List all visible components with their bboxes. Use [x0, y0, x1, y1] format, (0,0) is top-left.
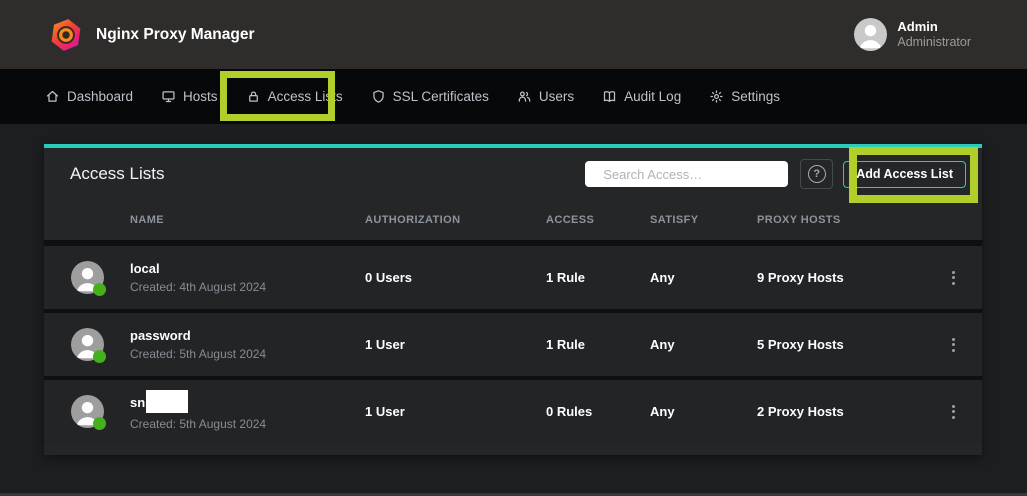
- nav-label: Settings: [731, 89, 780, 104]
- access-list-name: sn: [130, 395, 145, 411]
- nav-item-audit-log[interactable]: Audit Log: [602, 89, 681, 104]
- column-header-authorization: AUTHORIZATION: [365, 214, 546, 226]
- add-access-list-button[interactable]: Add Access List: [843, 161, 966, 188]
- authorization-value: 1 User: [365, 337, 546, 352]
- created-date: Created: 5th August 2024: [130, 347, 365, 361]
- proxy-hosts-value: 5 Proxy Hosts: [757, 337, 924, 352]
- lock-icon: [246, 89, 261, 104]
- created-date: Created: 4th August 2024: [130, 280, 365, 294]
- status-online-dot: [93, 417, 106, 430]
- help-button[interactable]: ?: [800, 159, 833, 189]
- panel-title: Access Lists: [70, 164, 164, 184]
- nginx-proxy-manager-logo: [50, 18, 82, 52]
- avatar: [71, 261, 104, 294]
- table-body: local Created: 4th August 2024 0 Users 1…: [44, 240, 982, 443]
- nav-item-hosts[interactable]: Hosts: [161, 89, 218, 104]
- nav-label: Audit Log: [624, 89, 681, 104]
- authorization-value: 1 User: [365, 404, 546, 419]
- search-input[interactable]: [601, 166, 781, 183]
- home-icon: [45, 89, 60, 104]
- column-header-name: NAME: [130, 214, 365, 226]
- user-role: Administrator: [897, 35, 971, 51]
- book-icon: [602, 89, 617, 104]
- access-lists-panel: Access Lists ? Add Access List NAME AUTH…: [44, 144, 982, 455]
- nav-label: Access Lists: [268, 89, 343, 104]
- column-header-satisfy: SATISFY: [650, 214, 757, 226]
- nav-item-dashboard[interactable]: Dashboard: [45, 89, 133, 104]
- column-header-proxy-hosts: PROXY HOSTS: [757, 214, 924, 226]
- avatar: [71, 328, 104, 361]
- nav-label: Dashboard: [67, 89, 133, 104]
- gear-icon: [709, 89, 724, 104]
- satisfy-value: Any: [650, 404, 757, 419]
- proxy-hosts-value: 9 Proxy Hosts: [757, 270, 924, 285]
- row-menu-button[interactable]: [924, 271, 982, 285]
- access-value: 1 Rule: [546, 270, 650, 285]
- access-list-name: password: [130, 328, 365, 344]
- shield-icon: [371, 89, 386, 104]
- panel-header: Access Lists ? Add Access List: [44, 148, 982, 200]
- nav-label: SSL Certificates: [393, 89, 489, 104]
- column-header-access: ACCESS: [546, 214, 650, 226]
- users-icon: [517, 89, 532, 104]
- access-list-name: local: [130, 261, 365, 277]
- search-box[interactable]: [585, 161, 788, 187]
- kebab-icon: [952, 271, 955, 285]
- satisfy-value: Any: [650, 270, 757, 285]
- access-value: 0 Rules: [546, 404, 650, 419]
- satisfy-value: Any: [650, 337, 757, 352]
- created-date: Created: 5th August 2024: [130, 417, 365, 431]
- row-menu-button[interactable]: [924, 405, 982, 419]
- user-avatar: [854, 18, 887, 51]
- authorization-value: 0 Users: [365, 270, 546, 285]
- proxy-hosts-value: 2 Proxy Hosts: [757, 404, 924, 419]
- status-online-dot: [93, 283, 106, 296]
- avatar: [71, 395, 104, 428]
- person-icon: [854, 18, 887, 51]
- kebab-icon: [952, 405, 955, 419]
- redaction-box: [146, 390, 188, 413]
- table-header: NAME AUTHORIZATION ACCESS SATISFY PROXY …: [44, 200, 982, 240]
- table-row[interactable]: local Created: 4th August 2024 0 Users 1…: [44, 246, 982, 313]
- nav-item-settings[interactable]: Settings: [709, 89, 780, 104]
- table-row[interactable]: sn Created: 5th August 2024 1 User 0 Rul…: [44, 380, 982, 443]
- question-circle-icon: ?: [808, 165, 826, 183]
- nav-item-access-lists[interactable]: Access Lists: [246, 89, 343, 104]
- nav-label: Hosts: [183, 89, 218, 104]
- status-online-dot: [93, 350, 106, 363]
- nav-item-users[interactable]: Users: [517, 89, 574, 104]
- main-nav: Dashboard Hosts Access Lists SSL Certifi…: [0, 69, 1027, 124]
- user-menu[interactable]: Admin Administrator: [854, 18, 971, 51]
- app-header: Nginx Proxy Manager Admin Administrator: [0, 0, 1027, 69]
- app-title: Nginx Proxy Manager: [96, 26, 255, 44]
- kebab-icon: [952, 338, 955, 352]
- access-value: 1 Rule: [546, 337, 650, 352]
- nav-label: Users: [539, 89, 574, 104]
- user-name: Admin: [897, 19, 971, 35]
- monitor-icon: [161, 89, 176, 104]
- nav-item-ssl-certificates[interactable]: SSL Certificates: [371, 89, 489, 104]
- row-menu-button[interactable]: [924, 338, 982, 352]
- table-row[interactable]: password Created: 5th August 2024 1 User…: [44, 313, 982, 380]
